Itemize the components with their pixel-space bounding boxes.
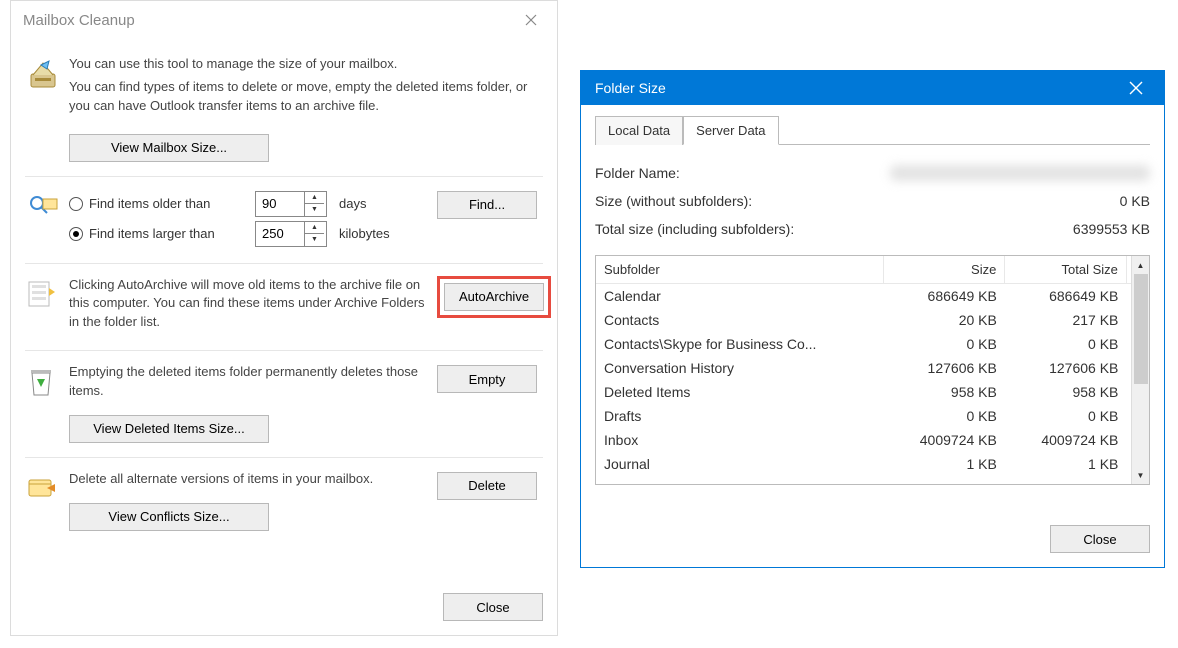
row-name: Deleted Items xyxy=(596,380,883,404)
row-name: Contacts\Skype for Business Co... xyxy=(596,332,883,356)
scroll-thumb[interactable] xyxy=(1134,274,1148,384)
autoarchive-icon xyxy=(27,296,57,311)
find-larger-label: Find items larger than xyxy=(89,226,249,241)
older-value-input[interactable] xyxy=(256,192,304,216)
conflicts-desc: Delete all alternate versions of items i… xyxy=(69,470,427,489)
radio-older-than[interactable] xyxy=(69,197,83,211)
row-size: 20 KB xyxy=(883,308,1005,332)
table-row[interactable]: Drafts0 KB0 KB xyxy=(596,404,1149,428)
folder-size-title: Folder Size xyxy=(595,80,666,96)
row-total: 686649 KB xyxy=(1005,284,1127,309)
mailbox-close-button[interactable]: Close xyxy=(443,593,543,621)
spinner-up-icon[interactable]: ▲ xyxy=(305,192,324,205)
larger-value-input[interactable] xyxy=(256,222,304,246)
radio-larger-than[interactable] xyxy=(69,227,83,241)
table-row[interactable]: Conversation History127606 KB127606 KB xyxy=(596,356,1149,380)
row-size: 958 KB xyxy=(883,380,1005,404)
folder-name-label: Folder Name: xyxy=(595,165,680,181)
tab-server-data[interactable]: Server Data xyxy=(683,116,778,145)
scroll-down-icon[interactable]: ▼ xyxy=(1132,466,1149,484)
intro-line1: You can use this tool to manage the size… xyxy=(69,55,543,74)
col-total[interactable]: Total Size xyxy=(1005,256,1127,284)
row-total: 4009724 KB xyxy=(1005,428,1127,452)
row-size: 0 KB xyxy=(883,404,1005,428)
size-nosub-label: Size (without subfolders): xyxy=(595,193,752,209)
spinner-down-icon[interactable]: ▼ xyxy=(305,204,324,216)
table-scrollbar[interactable]: ▲ ▼ xyxy=(1131,256,1149,484)
col-subfolder[interactable]: Subfolder xyxy=(596,256,883,284)
table-row[interactable]: Journal1 KB1 KB xyxy=(596,452,1149,476)
recycle-bin-icon xyxy=(27,385,55,400)
conflicts-icon xyxy=(27,490,57,505)
scroll-up-icon[interactable]: ▲ xyxy=(1132,256,1149,274)
autoarchive-button[interactable]: AutoArchive xyxy=(444,283,544,311)
larger-unit: kilobytes xyxy=(333,226,390,241)
total-size-label: Total size (including subfolders): xyxy=(595,221,794,237)
intro-line2: You can find types of items to delete or… xyxy=(69,78,543,116)
folder-size-titlebar: Folder Size xyxy=(581,71,1164,105)
folder-size-close-button[interactable]: Close xyxy=(1050,525,1150,553)
find-button[interactable]: Find... xyxy=(437,191,537,219)
row-size: 686649 KB xyxy=(883,284,1005,309)
autoarchive-highlight: AutoArchive xyxy=(437,276,551,318)
close-icon[interactable] xyxy=(1116,71,1156,105)
mailbox-cleanup-icon xyxy=(27,79,59,94)
table-row[interactable]: Contacts20 KB217 KB xyxy=(596,308,1149,332)
delete-button[interactable]: Delete xyxy=(437,472,537,500)
spinner-up-icon[interactable]: ▲ xyxy=(305,222,324,235)
row-total: 217 KB xyxy=(1005,308,1127,332)
col-size[interactable]: Size xyxy=(883,256,1005,284)
folder-size-dialog: Folder Size Local Data Server Data Folde… xyxy=(580,70,1165,568)
tab-local-data[interactable]: Local Data xyxy=(595,116,683,145)
row-name: Calendar xyxy=(596,284,883,309)
row-name: Journal xyxy=(596,452,883,476)
empty-desc: Emptying the deleted items folder perman… xyxy=(69,363,427,401)
close-icon[interactable] xyxy=(515,6,547,34)
older-unit: days xyxy=(333,196,366,211)
row-name: Drafts xyxy=(596,404,883,428)
row-size: 4009724 KB xyxy=(883,428,1005,452)
row-size: 127606 KB xyxy=(883,356,1005,380)
row-total: 958 KB xyxy=(1005,380,1127,404)
older-spinner[interactable]: ▲▼ xyxy=(255,191,327,217)
find-items-icon xyxy=(27,209,59,224)
row-name: Conversation History xyxy=(596,356,883,380)
row-name: Inbox xyxy=(596,428,883,452)
larger-spinner[interactable]: ▲▼ xyxy=(255,221,327,247)
view-mailbox-size-button[interactable]: View Mailbox Size... xyxy=(69,134,269,162)
subfolder-table: Subfolder Size Total Size Calendar686649… xyxy=(595,255,1150,485)
find-older-label: Find items older than xyxy=(89,196,249,211)
row-total: 127606 KB xyxy=(1005,356,1127,380)
row-total: 0 KB xyxy=(1005,332,1127,356)
row-total: 1 KB xyxy=(1005,452,1127,476)
mailbox-cleanup-titlebar: Mailbox Cleanup xyxy=(11,1,557,39)
total-size-value: 6399553 KB xyxy=(1073,221,1150,237)
view-deleted-size-button[interactable]: View Deleted Items Size... xyxy=(69,415,269,443)
spinner-down-icon[interactable]: ▼ xyxy=(305,234,324,246)
table-row[interactable]: Calendar686649 KB686649 KB xyxy=(596,284,1149,309)
table-row[interactable]: Deleted Items958 KB958 KB xyxy=(596,380,1149,404)
size-nosub-value: 0 KB xyxy=(1120,193,1150,209)
empty-button[interactable]: Empty xyxy=(437,365,537,393)
row-size: 0 KB xyxy=(883,332,1005,356)
row-name: Contacts xyxy=(596,308,883,332)
row-size: 1 KB xyxy=(883,452,1005,476)
folder-name-value-redacted xyxy=(890,165,1150,181)
table-row[interactable]: Contacts\Skype for Business Co...0 KB0 K… xyxy=(596,332,1149,356)
table-row[interactable]: Inbox4009724 KB4009724 KB xyxy=(596,428,1149,452)
mailbox-cleanup-title: Mailbox Cleanup xyxy=(23,12,135,29)
row-total: 0 KB xyxy=(1005,404,1127,428)
autoarchive-desc: Clicking AutoArchive will move old items… xyxy=(69,276,427,333)
view-conflicts-size-button[interactable]: View Conflicts Size... xyxy=(69,503,269,531)
mailbox-cleanup-dialog: Mailbox Cleanup You can use this tool to… xyxy=(10,0,558,636)
